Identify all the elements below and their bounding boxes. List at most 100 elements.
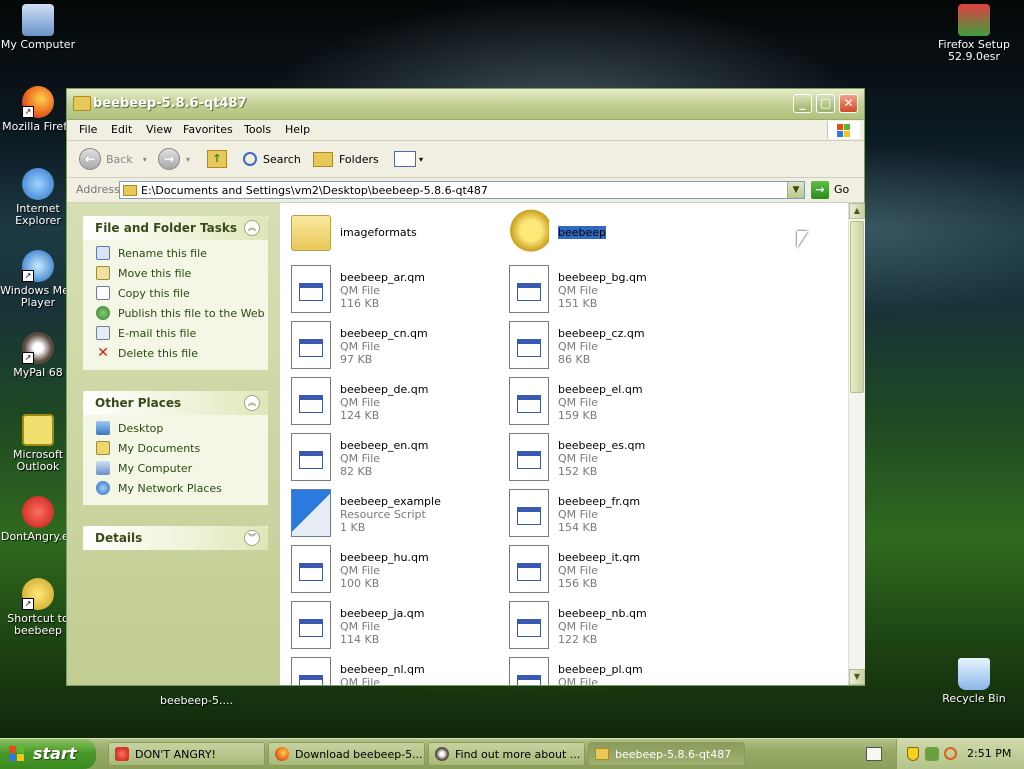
details-header[interactable]: Details ︾ <box>83 526 268 550</box>
menu-tools[interactable]: Tools <box>244 123 271 136</box>
qm-file-window-glyph <box>517 283 541 301</box>
back-button[interactable]: ← Back ▾ <box>79 147 147 171</box>
file-item[interactable]: beebeep_fr.qm QM File 154 KB <box>501 489 711 541</box>
menu-file[interactable]: File <box>79 123 97 136</box>
place-network[interactable]: My Network Places <box>83 479 268 499</box>
scroll-thumb[interactable] <box>850 221 864 393</box>
qm-file-icon <box>291 545 331 593</box>
qm-file-icon <box>509 545 549 593</box>
collapse-chevron-icon[interactable]: ︽ <box>244 220 260 236</box>
file-folder-tasks-header[interactable]: File and Folder Tasks ︽ <box>83 216 268 240</box>
go-button[interactable]: Go <box>834 183 849 196</box>
file-type: QM File <box>340 396 381 409</box>
views-button[interactable]: ▾ <box>394 147 423 171</box>
task-rename-file[interactable]: Rename this file <box>83 244 268 264</box>
menu-help[interactable]: Help <box>285 123 310 136</box>
task-copy-file[interactable]: Copy this file <box>83 284 268 304</box>
search-tray-icon[interactable] <box>944 747 957 760</box>
task-move-file[interactable]: Move this file <box>83 264 268 284</box>
file-list[interactable]: imageformats beebeep beebeep_ar.qm QM File 1… <box>280 203 848 685</box>
file-item[interactable]: beebeep_example Resource Script 1 KB <box>283 489 493 541</box>
file-item[interactable]: beebeep_hu.qm QM File 100 KB <box>283 545 493 597</box>
file-item[interactable]: beebeep_el.qm QM File 159 KB <box>501 377 711 429</box>
taskbar-button-firefox[interactable]: Download beebeep-5... <box>268 742 425 766</box>
place-my-documents[interactable]: My Documents <box>83 439 268 459</box>
menu-edit[interactable]: Edit <box>111 123 132 136</box>
taskbar-button-explorer[interactable]: beebeep-5.8.6-qt487 <box>588 742 745 766</box>
task-publish-web[interactable]: Publish this file to the Web <box>83 304 268 324</box>
desktop-icon-label: Microsoft Outlook <box>12 448 64 473</box>
other-places-header[interactable]: Other Places ︽ <box>83 391 268 415</box>
file-item[interactable]: beebeep_ja.qm QM File 114 KB <box>283 601 493 653</box>
security-shield-icon[interactable] <box>907 747 919 761</box>
taskbar-button-label: Download beebeep-5... <box>295 748 423 761</box>
file-item[interactable]: beebeep_bg.qm QM File 151 KB <box>501 265 711 317</box>
place-my-computer[interactable]: My Computer <box>83 459 268 479</box>
file-type: QM File <box>558 340 599 353</box>
desktop-icon-firefox-setup[interactable]: Firefox Setup 52.9.0esr <box>934 4 1014 63</box>
vertical-scrollbar[interactable]: ▲ ▼ <box>848 203 865 685</box>
folders-icon <box>313 151 333 167</box>
file-item[interactable]: beebeep_pl.qm QM File <box>501 657 711 685</box>
title-bar[interactable]: beebeep-5.8.6-qt487 _ □ ✕ <box>67 89 864 120</box>
go-arrow-icon[interactable]: → <box>811 181 829 199</box>
maximize-button[interactable]: □ <box>816 94 835 113</box>
task-email-file[interactable]: E-mail this file <box>83 324 268 344</box>
file-item[interactable]: beebeep_de.qm QM File 124 KB <box>283 377 493 429</box>
file-item[interactable]: beebeep <box>501 209 711 261</box>
address-input[interactable]: E:\Documents and Settings\vm2\Desktop\be… <box>119 181 805 199</box>
close-button[interactable]: ✕ <box>839 94 858 113</box>
file-item[interactable]: beebeep_cz.qm QM File 86 KB <box>501 321 711 373</box>
address-dropdown-button[interactable]: ▼ <box>787 182 804 198</box>
desktop-icon-label: My Computer <box>0 38 76 51</box>
file-item[interactable]: beebeep_nb.qm QM File 122 KB <box>501 601 711 653</box>
folder-icon <box>595 748 609 760</box>
my-computer-icon <box>22 4 54 36</box>
up-folder-button[interactable]: ↑ <box>207 147 227 171</box>
scroll-down-button[interactable]: ▼ <box>849 669 865 685</box>
minimize-button[interactable]: _ <box>793 94 812 113</box>
folders-button[interactable]: Folders <box>313 147 379 171</box>
forward-button[interactable]: → ▾ <box>158 147 190 171</box>
taskbar-button-dontangry[interactable]: DON'T ANGRY! <box>108 742 265 766</box>
taskbar-button-mypal[interactable]: Find out more about ... <box>428 742 585 766</box>
mypal-icon <box>435 747 449 761</box>
file-size: 100 KB <box>340 577 380 590</box>
place-desktop[interactable]: Desktop <box>83 419 268 439</box>
file-item[interactable]: beebeep_it.qm QM File 156 KB <box>501 545 711 597</box>
task-delete-file[interactable]: ✕ Delete this file <box>83 344 268 364</box>
explorer-window[interactable]: beebeep-5.8.6-qt487 _ □ ✕ File Edit View… <box>66 88 865 686</box>
file-type: QM File <box>558 452 599 465</box>
file-item[interactable]: beebeep_cn.qm QM File 97 KB <box>283 321 493 373</box>
qm-file-icon <box>291 657 331 685</box>
clock: 2:51 PM <box>967 747 1012 760</box>
file-item[interactable]: beebeep_ar.qm QM File 116 KB <box>283 265 493 317</box>
search-icon <box>243 152 257 166</box>
keyboard-icon[interactable] <box>866 747 882 761</box>
forward-arrow-icon: → <box>158 148 180 170</box>
qm-file-icon <box>509 433 549 481</box>
start-button[interactable]: start <box>0 739 96 769</box>
scroll-up-button[interactable]: ▲ <box>849 203 865 219</box>
expand-chevron-icon[interactable]: ︾ <box>244 530 260 546</box>
file-item[interactable]: beebeep_en.qm QM File 82 KB <box>283 433 493 485</box>
menu-favorites[interactable]: Favorites <box>183 123 233 136</box>
network-tray-icon[interactable] <box>925 747 939 761</box>
file-name: beebeep_es.qm <box>558 439 646 452</box>
task-label: Copy this file <box>118 287 190 300</box>
file-item[interactable]: imageformats <box>283 209 493 261</box>
rename-icon <box>96 246 110 260</box>
menu-view[interactable]: View <box>146 123 172 136</box>
desktop-icon-recycle-bin[interactable]: Recycle Bin <box>934 658 1014 705</box>
media-player-icon: ↗ <box>22 250 54 282</box>
file-size: 114 KB <box>340 633 380 646</box>
task-label: E-mail this file <box>118 327 197 340</box>
qm-file-window-glyph <box>299 395 323 413</box>
search-button[interactable]: Search <box>243 147 301 171</box>
file-item[interactable]: beebeep_es.qm QM File 152 KB <box>501 433 711 485</box>
desktop-icon-my-computer[interactable]: My Computer <box>0 4 78 51</box>
collapse-chevron-icon[interactable]: ︽ <box>244 395 260 411</box>
back-arrow-icon: ← <box>79 148 101 170</box>
file-item[interactable]: beebeep_nl.qm QM File <box>283 657 493 685</box>
start-label: start <box>33 744 77 763</box>
